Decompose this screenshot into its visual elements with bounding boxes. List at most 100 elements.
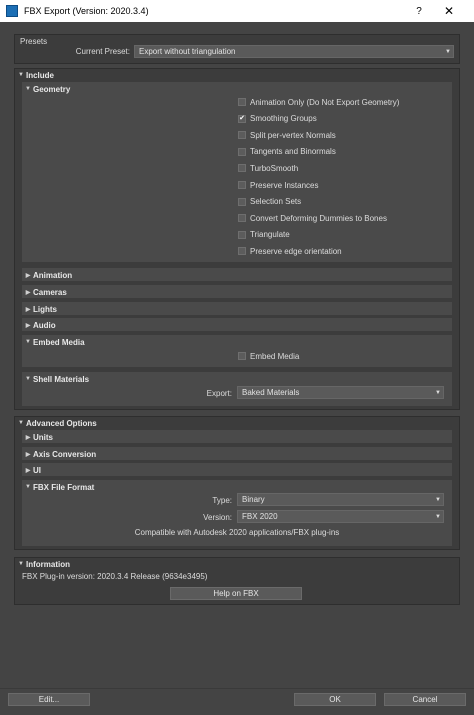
checkbox-box — [238, 230, 246, 239]
geometry-option-checkbox[interactable]: Preserve Instances — [238, 179, 318, 191]
units-title: Units — [33, 432, 53, 442]
chevron-down-icon: ▼ — [435, 496, 441, 503]
geometry-option-label: Tangents and Binormals — [250, 147, 336, 157]
chevron-down-icon: ▼ — [445, 48, 451, 55]
animation-rollout — [22, 268, 452, 281]
geometry-option-label: TurboSmooth — [250, 163, 299, 173]
checkmark-icon: ✔ — [238, 114, 246, 123]
presets-heading: Presets — [20, 37, 48, 46]
chevron-down-icon: ▼ — [435, 389, 441, 396]
shell-materials-title: Shell Materials — [33, 374, 90, 384]
checkbox-box — [238, 164, 246, 173]
geometry-option-checkbox[interactable]: Tangents and Binormals — [238, 146, 336, 158]
current-preset-dropdown[interactable]: Export without triangulation ▼ — [134, 45, 454, 58]
cameras-title: Cameras — [33, 287, 67, 297]
information-title: Information — [26, 559, 70, 569]
units-header[interactable]: ▶ Units — [23, 431, 53, 443]
title-bar: FBX Export (Version: 2020.3.4) ? ✕ — [0, 0, 474, 22]
geometry-option-checkbox[interactable]: Preserve edge orientation — [238, 245, 342, 257]
include-header[interactable]: ▼ Include — [16, 69, 54, 81]
close-button[interactable]: ✕ — [434, 4, 464, 18]
include-title: Include — [26, 70, 55, 80]
version-value: FBX 2020 — [242, 512, 278, 521]
checkbox-box — [238, 147, 246, 156]
geometry-option-checkbox[interactable]: Selection Sets — [238, 196, 301, 208]
checkbox-box — [238, 247, 246, 256]
window-title: FBX Export (Version: 2020.3.4) — [24, 6, 149, 16]
geometry-option-checkbox[interactable]: Convert Deforming Dummies to Bones — [238, 212, 387, 224]
checkbox-box — [238, 197, 246, 206]
geometry-title: Geometry — [33, 84, 71, 94]
expanded-arrow-icon: ▼ — [25, 86, 31, 92]
export-dropdown[interactable]: Baked Materials ▼ — [237, 386, 444, 399]
geometry-header[interactable]: ▼ Geometry — [23, 83, 70, 95]
collapsed-arrow-icon: ▶ — [25, 272, 31, 279]
axis-conversion-title: Axis Conversion — [33, 449, 97, 459]
ui-header[interactable]: ▶ UI — [23, 464, 41, 476]
geometry-option-checkbox[interactable]: TurboSmooth — [238, 162, 298, 174]
geometry-option-label: Animation Only (Do Not Export Geometry) — [250, 97, 400, 107]
expanded-arrow-icon: ▼ — [18, 420, 24, 426]
export-label: Export: — [206, 389, 232, 398]
geometry-option-label: Preserve Instances — [250, 180, 319, 190]
expanded-arrow-icon: ▼ — [18, 561, 24, 567]
collapsed-arrow-icon: ▶ — [25, 322, 31, 329]
edit-button[interactable]: Edit... — [8, 693, 90, 706]
advanced-options-header[interactable]: ▼ Advanced Options — [16, 417, 97, 429]
current-preset-label: Current Preset: — [75, 47, 130, 56]
version-dropdown[interactable]: FBX 2020 ▼ — [237, 510, 444, 523]
geometry-option-label: Triangulate — [250, 230, 290, 240]
current-preset-value: Export without triangulation — [139, 47, 236, 56]
audio-header[interactable]: ▶ Audio — [23, 319, 56, 331]
version-label: Version: — [203, 513, 232, 522]
embed-media-title: Embed Media — [33, 337, 85, 347]
plugin-version-text: FBX Plug-in version: 2020.3.4 Release (9… — [22, 572, 208, 581]
chevron-down-icon: ▼ — [435, 513, 441, 520]
expanded-arrow-icon: ▼ — [25, 376, 31, 382]
fbx-file-format-title: FBX File Format — [33, 482, 95, 492]
ui-rollout — [22, 463, 452, 476]
ok-button[interactable]: OK — [294, 693, 376, 706]
checkbox-box — [238, 131, 246, 140]
type-dropdown[interactable]: Binary ▼ — [237, 493, 444, 506]
collapsed-arrow-icon: ▶ — [25, 451, 31, 458]
cameras-header[interactable]: ▶ Cameras — [23, 286, 67, 298]
help-button[interactable]: ? — [404, 6, 434, 17]
geometry-option-checkbox[interactable]: Split per-vertex Normals — [238, 129, 336, 141]
geometry-option-label: Convert Deforming Dummies to Bones — [250, 213, 387, 223]
export-value: Baked Materials — [242, 388, 300, 397]
help-on-fbx-button[interactable]: Help on FBX — [170, 587, 302, 600]
lights-title: Lights — [33, 304, 57, 314]
checkbox-box — [238, 98, 246, 106]
embed-media-header[interactable]: ▼ Embed Media — [23, 336, 85, 348]
cancel-button[interactable]: Cancel — [384, 693, 466, 706]
3dsmax-app-icon — [6, 5, 18, 17]
expanded-arrow-icon: ▼ — [18, 72, 24, 78]
shell-materials-header[interactable]: ▼ Shell Materials — [23, 373, 89, 385]
geometry-option-checkbox[interactable]: Animation Only (Do Not Export Geometry) — [238, 96, 399, 108]
animation-title: Animation — [33, 270, 73, 280]
geometry-option-label: Selection Sets — [250, 197, 302, 207]
cameras-rollout — [22, 285, 452, 298]
compatibility-text: Compatible with Autodesk 2020 applicatio… — [134, 528, 340, 537]
expanded-arrow-icon: ▼ — [25, 339, 31, 345]
checkbox-box — [238, 352, 246, 360]
embed-media-label: Embed Media — [250, 351, 300, 361]
geometry-option-checkbox[interactable]: ✔ Smoothing Groups — [238, 113, 317, 125]
expanded-arrow-icon: ▼ — [25, 484, 31, 490]
checkbox-box — [238, 181, 246, 189]
fbx-file-format-header[interactable]: ▼ FBX File Format — [23, 481, 94, 493]
units-rollout — [22, 430, 452, 443]
advanced-options-title: Advanced Options — [26, 418, 97, 428]
type-value: Binary — [242, 495, 265, 504]
axis-conversion-header[interactable]: ▶ Axis Conversion — [23, 448, 96, 460]
information-header[interactable]: ▼ Information — [16, 558, 70, 570]
geometry-option-checkbox[interactable]: Triangulate — [238, 229, 290, 241]
animation-header[interactable]: ▶ Animation — [23, 269, 72, 281]
embed-media-checkbox[interactable]: Embed Media — [238, 350, 299, 362]
lights-header[interactable]: ▶ Lights — [23, 303, 57, 315]
collapsed-arrow-icon: ▶ — [25, 306, 31, 313]
lights-rollout — [22, 302, 452, 315]
collapsed-arrow-icon: ▶ — [25, 289, 31, 296]
checkbox-box — [238, 214, 246, 223]
